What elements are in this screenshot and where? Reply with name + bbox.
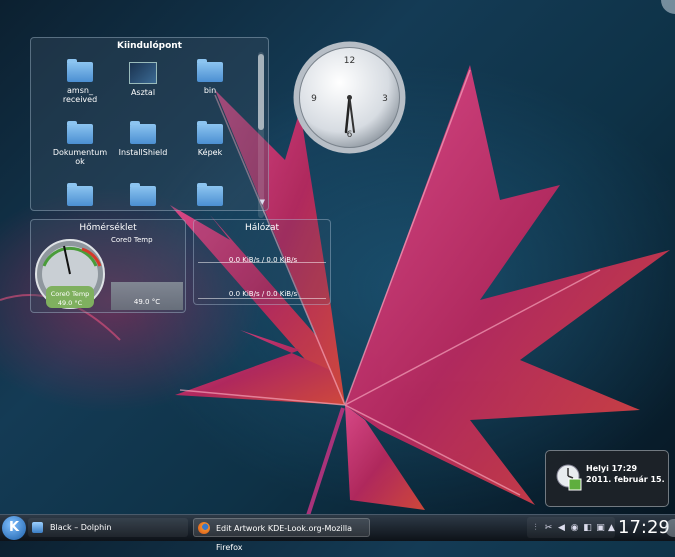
scrollbar-thumb[interactable] bbox=[258, 54, 264, 130]
folder-item-bin[interactable]: bin bbox=[181, 56, 239, 95]
network-icon[interactable]: ◧ bbox=[582, 523, 593, 534]
folder-view-widget: Kiindulópont amsn_ received Asztal bin D… bbox=[30, 37, 269, 218]
clock-number-6: 6 bbox=[347, 130, 353, 140]
device-notifier-icon[interactable]: ▣ bbox=[595, 523, 606, 534]
klipper-icon[interactable]: ⫶ bbox=[530, 523, 541, 534]
clock-calendar-icon bbox=[556, 464, 582, 491]
folder-item-dokumentumok[interactable]: Dokumentum ok bbox=[51, 118, 109, 166]
notifications-icon[interactable]: ◉ bbox=[569, 523, 580, 534]
folder-item-label: Képek bbox=[197, 148, 223, 157]
temperature-graph: Core0 Temp 49.0 °C bbox=[111, 236, 183, 310]
clock-number-9: 9 bbox=[311, 94, 317, 104]
temperature-title: Hőmérséklet bbox=[79, 223, 137, 233]
task-firefox[interactable]: Edit Artwork KDE-Look.org-Mozilla Firefo… bbox=[193, 518, 370, 552]
gauge-value: 49.0 °C bbox=[58, 299, 83, 307]
desktop-icon bbox=[129, 62, 157, 84]
folder-item-label: Dokumentum ok bbox=[52, 148, 108, 166]
folder-item-label: InstallShield bbox=[118, 148, 168, 157]
gauge-label: Core0 Temp bbox=[51, 290, 90, 298]
dolphin-icon bbox=[32, 522, 43, 533]
network-title: Hálózat bbox=[244, 223, 280, 233]
folder-item-label: amsn_ received bbox=[62, 86, 98, 104]
folder-item-kepek[interactable]: Képek bbox=[181, 118, 239, 157]
tooltip-time: Helyi 17:29 bbox=[586, 464, 638, 473]
folder-icon bbox=[67, 59, 93, 82]
temperature-widget: Hőmérséklet Core0 Temp 49.0 °C Core0 Tem… bbox=[30, 219, 186, 313]
clock-number-3: 3 bbox=[382, 94, 388, 104]
folder-icon bbox=[67, 183, 93, 206]
network-widget: Hálózat 0.0 KiB/s / 0.0 KiB/s 0.0 KiB/s … bbox=[193, 219, 331, 305]
clock-tooltip: Helyi 17:29 2011. február 15. bbox=[545, 450, 669, 507]
temperature-gauge: Core0 Temp 49.0 °C bbox=[35, 239, 105, 309]
scroll-down-arrow-icon[interactable]: ▼ bbox=[260, 198, 265, 206]
taskbar: K Black – Dolphin Edit Artwork KDE-Look.… bbox=[0, 514, 675, 552]
folder-icon bbox=[197, 59, 223, 82]
folder-view-scrollbar[interactable] bbox=[258, 52, 264, 218]
folder-icon bbox=[197, 183, 223, 206]
tray-expand-icon[interactable]: ▲ bbox=[606, 523, 617, 534]
system-tray: ⫶ ✂ ◀ ◉ ◧ ▣ ▲ bbox=[527, 517, 615, 538]
network-line-2: 0.0 KiB/s / 0.0 KiB/s bbox=[228, 290, 298, 298]
folder-item-asztal[interactable]: Asztal bbox=[114, 56, 172, 97]
taskbar-clock[interactable]: 17:29 bbox=[618, 517, 670, 539]
task-label: Black – Dolphin bbox=[50, 523, 112, 532]
network-line-1: 0.0 KiB/s / 0.0 KiB/s bbox=[228, 256, 298, 264]
kde-menu-button[interactable]: K bbox=[2, 516, 26, 540]
task-dolphin[interactable]: Black – Dolphin bbox=[28, 518, 188, 537]
folder-icon bbox=[130, 183, 156, 206]
folder-item[interactable] bbox=[51, 180, 109, 210]
folder-view-title: Kiindulópont bbox=[116, 41, 182, 51]
folder-item[interactable] bbox=[114, 180, 172, 210]
volume-icon[interactable]: ◀ bbox=[556, 523, 567, 534]
task-label: Edit Artwork KDE-Look.org-Mozilla Firefo… bbox=[216, 524, 353, 552]
folder-icon bbox=[130, 121, 156, 144]
analog-clock-widget: 12 3 6 9 bbox=[293, 41, 406, 154]
folder-item-amsn-received[interactable]: amsn_ received bbox=[51, 56, 109, 104]
scissors-icon[interactable]: ✂ bbox=[543, 523, 554, 534]
folder-item-label: Asztal bbox=[130, 88, 156, 97]
firefox-icon bbox=[198, 522, 210, 534]
tooltip-date: 2011. február 15. bbox=[586, 475, 665, 484]
folder-item-installshield[interactable]: InstallShield bbox=[114, 118, 172, 157]
folder-item[interactable] bbox=[181, 180, 239, 210]
graph-value: 49.0 °C bbox=[133, 298, 161, 306]
folder-icon bbox=[197, 121, 223, 144]
folder-icon bbox=[67, 121, 93, 144]
folder-item-label: bin bbox=[203, 86, 217, 95]
graph-label: Core0 Temp bbox=[111, 236, 153, 244]
clock-number-12: 12 bbox=[344, 56, 355, 66]
